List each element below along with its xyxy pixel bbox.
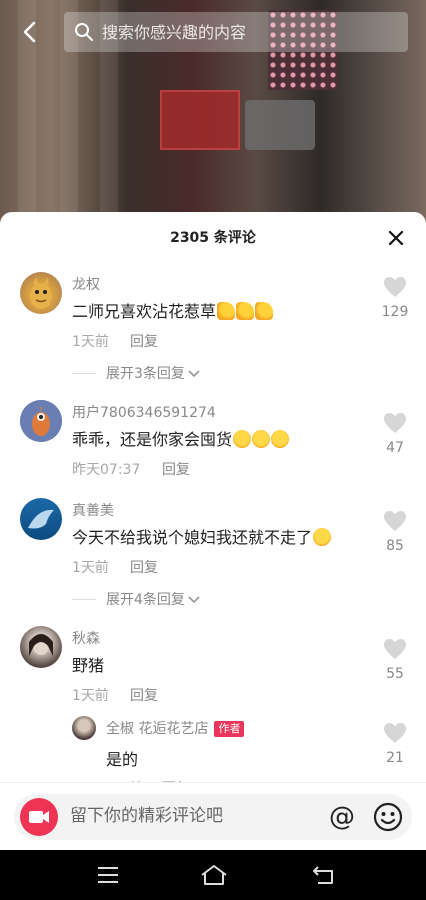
at-mention-icon[interactable]: @: [326, 801, 358, 833]
avatar[interactable]: [20, 400, 62, 442]
reply-text: 是的: [106, 750, 139, 769]
author-badge: 作者: [214, 721, 245, 737]
search-icon: [75, 23, 93, 41]
comment-time: 1天前: [72, 560, 109, 576]
search-input[interactable]: [102, 22, 382, 42]
comment-input-container[interactable]: @: [14, 794, 412, 840]
comment-author[interactable]: 龙权: [72, 274, 100, 294]
avatar[interactable]: [20, 498, 62, 540]
heart-icon: [384, 413, 406, 433]
at-mention-symbol: @: [329, 802, 355, 832]
comment-text-row: 今天不给我说个媳妇我还就不走了: [72, 524, 332, 548]
avatar[interactable]: [20, 272, 62, 314]
metal-pot: [245, 100, 315, 150]
reply-button[interactable]: 回复: [130, 685, 158, 705]
comment-author[interactable]: 秋森: [72, 628, 100, 648]
thumbs-up-emoji: [255, 302, 274, 320]
thumbs-up-emoji: [236, 302, 255, 320]
like-button[interactable]: 55: [380, 638, 410, 682]
bird-avatar-icon: [20, 400, 62, 442]
comment-input[interactable]: [70, 806, 310, 826]
like-count: 55: [386, 666, 404, 682]
avatar[interactable]: [20, 626, 62, 668]
comment-text-row: 二师兄喜欢沾花惹草: [72, 298, 274, 322]
expand-replies-label: 展开3条回复: [106, 366, 185, 382]
comment-time: 昨天07:37: [72, 462, 141, 478]
system-nav-bar: [0, 850, 426, 900]
person-avatar-icon: [29, 634, 53, 656]
like-button[interactable]: 129: [380, 276, 410, 320]
red-basket: [160, 90, 240, 150]
back-nav-icon[interactable]: [312, 863, 336, 887]
comment-text: 野猪: [72, 656, 105, 675]
like-count: 21: [386, 750, 404, 766]
comment-count-title: 2305 条评论: [170, 230, 256, 246]
chevron-down-icon: [188, 596, 200, 604]
comment-text: 二师兄喜欢沾花惹草: [72, 302, 217, 321]
laughing-face-emoji: [252, 430, 271, 448]
reply-button[interactable]: 回复: [162, 459, 190, 479]
like-count: 47: [386, 440, 404, 456]
heart-icon: [384, 277, 406, 297]
comment-item: 龙权 二师兄喜欢沾花惹草 1天前 回复 129 展开3条回复: [0, 270, 426, 390]
comment-input-bar: @: [0, 782, 426, 850]
sub-reply-item: 全椒 花逅花艺店作者 是的 1天前 回复 21: [0, 712, 426, 797]
divider-line: [72, 372, 96, 374]
reply-text-row: 是的: [106, 746, 138, 770]
back-arrow-icon: [23, 21, 36, 43]
expand-replies-button[interactable]: 展开3条回复: [72, 363, 201, 383]
close-icon[interactable]: [386, 228, 406, 248]
avatar[interactable]: [72, 716, 96, 740]
laughing-face-emoji: [313, 528, 332, 546]
back-button[interactable]: [14, 16, 46, 48]
like-button[interactable]: 85: [380, 510, 410, 554]
reply-button[interactable]: 回复: [130, 557, 158, 577]
like-count: 129: [381, 304, 409, 320]
reply-author[interactable]: 全椒 花逅花艺店: [106, 721, 208, 737]
emoji-icon[interactable]: [372, 801, 404, 833]
comment-item: 用户7806346591274 乖乖，还是你家会囤货 昨天07:37 回复 47: [0, 398, 426, 488]
expand-replies-label: 展开4条回复: [106, 592, 185, 608]
comment-sheet: 2305 条评论 龙权 二师兄喜欢沾花惹草 1天前 回复 129 展开3条回复 …: [0, 212, 426, 850]
comment-text-row: 野猪: [72, 652, 104, 676]
comment-time: 1天前: [72, 334, 109, 350]
sheet-header: 2305 条评论: [0, 212, 426, 262]
heart-icon: [384, 639, 406, 659]
reply-button[interactable]: 回复: [130, 331, 158, 351]
dolphin-avatar-icon: [28, 509, 54, 529]
video-camera-icon: [29, 811, 49, 823]
comment-text: 今天不给我说个媳妇我还就不走了: [72, 528, 313, 547]
comment-author[interactable]: 用户7806346591274: [72, 402, 216, 422]
divider-line: [72, 598, 96, 600]
reply-author-row: 全椒 花逅花艺店 作者: [106, 718, 245, 738]
heart-icon: [384, 511, 406, 531]
comment-time: 1天前: [72, 688, 109, 704]
expand-replies-button[interactable]: 展开4条回复: [72, 589, 201, 609]
comment-text: 乖乖，还是你家会囤货: [72, 430, 233, 449]
search-box[interactable]: [64, 12, 408, 52]
like-button[interactable]: 21: [380, 722, 410, 766]
camera-button[interactable]: [20, 798, 58, 836]
comment-item: 秋森 野猪 1天前 回复 55: [0, 624, 426, 714]
menu-icon[interactable]: [96, 863, 120, 887]
like-count: 85: [386, 538, 404, 554]
laughing-face-emoji: [271, 430, 290, 448]
chevron-down-icon: [188, 370, 200, 378]
top-bar: [0, 10, 426, 54]
comment-author[interactable]: 真善美: [72, 500, 114, 520]
thumbs-up-emoji: [217, 302, 236, 320]
home-icon[interactable]: [200, 863, 228, 887]
comment-item: 真善美 今天不给我说个媳妇我还就不走了 1天前 回复 85 展开4条回复: [0, 496, 426, 616]
comment-text-row: 乖乖，还是你家会囤货: [72, 426, 290, 450]
like-button[interactable]: 47: [380, 412, 410, 456]
laughing-face-emoji: [233, 430, 252, 448]
heart-icon: [384, 723, 406, 743]
cartoon-avatar-icon: [30, 277, 52, 309]
